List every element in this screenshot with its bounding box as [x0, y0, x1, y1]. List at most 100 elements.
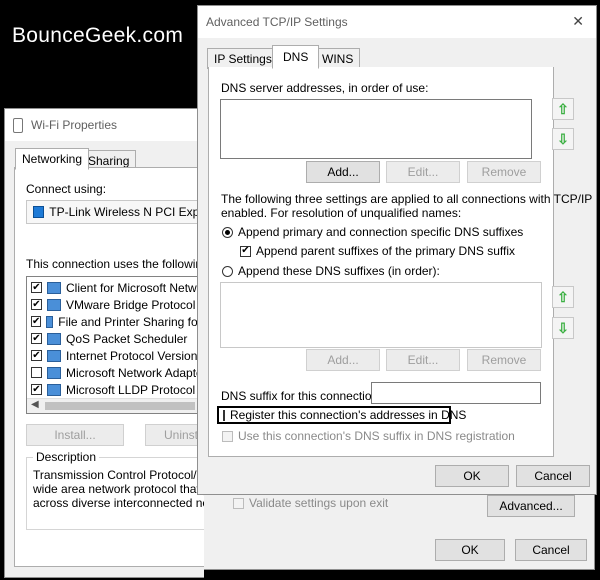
network-component-icon: [47, 332, 61, 345]
brand-watermark: BounceGeek.com: [12, 24, 184, 47]
list-item[interactable]: ✔ Internet Protocol Version 4 (: [27, 347, 204, 364]
use-suffix-option[interactable]: Use this connection's DNS suffix in DNS …: [222, 429, 515, 443]
item-checkbox[interactable]: ✔: [31, 316, 42, 327]
dns-edit-button[interactable]: Edit...: [386, 161, 460, 183]
register-dns-checkbox[interactable]: [223, 409, 225, 421]
tab-ip-settings[interactable]: IP Settings: [207, 48, 279, 69]
register-dns-option[interactable]: Register this connection's addresses in …: [217, 406, 466, 424]
suffix-edit-button[interactable]: Edit...: [386, 349, 460, 371]
items-label: This connection uses the following ite: [26, 257, 204, 271]
ipv4-cancel-button[interactable]: Cancel: [515, 539, 587, 561]
network-component-icon: [46, 315, 54, 328]
dns-add-button[interactable]: Add...: [306, 161, 380, 183]
tab-dns[interactable]: DNS: [272, 45, 320, 69]
item-checkbox[interactable]: [31, 367, 42, 378]
description-label: Description: [36, 450, 97, 464]
install-button[interactable]: Install...: [26, 424, 124, 446]
tab-wins[interactable]: WINS: [315, 48, 361, 69]
scroll-thumb[interactable]: [45, 402, 195, 410]
items-container: ✔ Client for Microsoft Network ✔ VMware Bri…: [27, 277, 204, 398]
advanced-button[interactable]: Advanced...: [487, 495, 575, 517]
items-list[interactable]: ✔ Client for Microsoft Network ✔ VMware Bri…: [26, 276, 204, 414]
dns-suffix-label: DNS suffix for this connection:: [221, 389, 382, 403]
suffix-add-button[interactable]: Add...: [306, 349, 380, 371]
adv-window-title: Advanced TCP/IP Settings: [206, 15, 348, 29]
green-down-arrow-icon-2: ⇩: [557, 320, 569, 336]
connect-using-label: Connect using:: [26, 182, 107, 196]
list-item[interactable]: ✔ Microsoft LLDP Protocol Dri: [27, 381, 204, 398]
dns-servers-list[interactable]: [220, 99, 532, 159]
network-component-icon: [47, 349, 61, 362]
radio-append-these[interactable]: Append these DNS suffixes (in order):: [222, 264, 440, 278]
uninstall-button[interactable]: Uninsta: [145, 424, 204, 446]
validate-checkbox[interactable]: [233, 497, 244, 509]
list-item[interactable]: ✔ Client for Microsoft Network: [27, 279, 204, 296]
advanced-tcpip-dialog: Advanced TCP/IP Settings ✕ IP Settings D…: [197, 5, 597, 495]
adv-cancel-button[interactable]: Cancel: [516, 465, 590, 487]
info-line-1: The following three settings are applied…: [221, 192, 593, 206]
adv-titlebar: Advanced TCP/IP Settings ✕: [198, 6, 596, 38]
item-checkbox[interactable]: ✔: [31, 299, 42, 310]
wifi-properties-window: Wi-Fi Properties Networking Sharing Conn…: [4, 108, 204, 578]
append-parent-label: Append parent suffixes of the primary DN…: [256, 244, 516, 258]
wifi-tab-panel: Connect using: TP-Link Wireless N PCI Ex…: [14, 167, 204, 567]
description-group: Description Transmission Control Protoco…: [26, 450, 204, 530]
ipv4-ok-button[interactable]: OK: [435, 539, 505, 561]
radio-these-label: Append these DNS suffixes (in order):: [238, 264, 440, 278]
item-label: File and Printer Sharing for M: [58, 314, 204, 329]
use-suffix-checkbox[interactable]: [222, 430, 233, 442]
green-up-arrow-icon-2: ⇧: [557, 289, 569, 305]
dns-move-up-button[interactable]: ⇧: [552, 98, 574, 120]
list-item[interactable]: Microsoft Network Adapter: [27, 364, 204, 381]
validate-settings-option[interactable]: Validate settings upon exit: [233, 496, 388, 510]
network-adapter-icon: [33, 206, 45, 218]
suffix-move-down-button[interactable]: ⇩: [552, 317, 574, 339]
item-checkbox[interactable]: ✔: [31, 384, 42, 395]
network-component-icon: [47, 298, 61, 311]
network-component-icon: [47, 383, 61, 396]
network-component-icon: [47, 366, 61, 379]
item-checkbox[interactable]: ✔: [31, 333, 42, 344]
green-down-arrow-icon: ⇩: [557, 131, 569, 147]
dns-remove-button[interactable]: Remove: [467, 161, 541, 183]
item-label: Internet Protocol Version 4 (: [66, 348, 204, 363]
wifi-titlebar: Wi-Fi Properties: [5, 109, 204, 141]
item-label: VMware Bridge Protocol: [66, 297, 196, 312]
horizontal-scrollbar[interactable]: ◀: [27, 398, 204, 413]
dns-suffix-input[interactable]: [371, 382, 541, 404]
info-line-2: enabled. For resolution of unqualified n…: [221, 206, 462, 220]
description-line-3: across diverse interconnected net: [33, 496, 204, 510]
list-item[interactable]: ✔ File and Printer Sharing for M: [27, 313, 204, 330]
item-checkbox[interactable]: ✔: [31, 350, 42, 361]
tab-networking[interactable]: Networking: [15, 148, 90, 170]
suffix-move-up-button[interactable]: ⇧: [552, 286, 574, 308]
adapter-field: TP-Link Wireless N PCI Expre: [26, 200, 204, 224]
radio-append-primary[interactable]: Append primary and connection specific D…: [222, 225, 523, 239]
radio-these-button[interactable]: [222, 265, 233, 277]
green-up-arrow-icon: ⇧: [557, 101, 569, 117]
use-suffix-label: Use this connection's DNS suffix in DNS …: [238, 429, 515, 443]
dns-suffix-list[interactable]: [220, 282, 542, 348]
register-dns-label: Register this connection's addresses in …: [230, 408, 467, 422]
description-line-1: Transmission Control Protocol/Inte: [33, 468, 204, 482]
list-item[interactable]: ✔ QoS Packet Scheduler: [27, 330, 204, 347]
item-checkbox[interactable]: ✔: [31, 282, 42, 293]
scroll-left-icon[interactable]: ◀: [31, 399, 39, 410]
item-label: QoS Packet Scheduler: [66, 331, 188, 346]
adapter-name: TP-Link Wireless N PCI Expre: [49, 205, 204, 219]
description-line-2: wide area network protocol that pr: [33, 482, 204, 496]
item-label: Microsoft LLDP Protocol Dri: [66, 382, 204, 397]
adv-ok-button[interactable]: OK: [435, 465, 509, 487]
list-item[interactable]: ✔ VMware Bridge Protocol: [27, 296, 204, 313]
item-label: Client for Microsoft Network: [66, 280, 204, 295]
close-icon[interactable]: ✕: [572, 13, 584, 30]
suffix-remove-button[interactable]: Remove: [467, 349, 541, 371]
radio-primary-label: Append primary and connection specific D…: [238, 225, 524, 239]
append-parent-checkbox[interactable]: ✔: [240, 245, 251, 257]
dns-servers-label: DNS server addresses, in order of use:: [221, 81, 429, 95]
append-parent-option[interactable]: ✔ Append parent suffixes of the primary …: [240, 244, 515, 258]
radio-primary-button[interactable]: [222, 226, 233, 238]
dns-move-down-button[interactable]: ⇩: [552, 128, 574, 150]
wifi-icon: [13, 117, 23, 133]
network-component-icon: [47, 281, 61, 294]
